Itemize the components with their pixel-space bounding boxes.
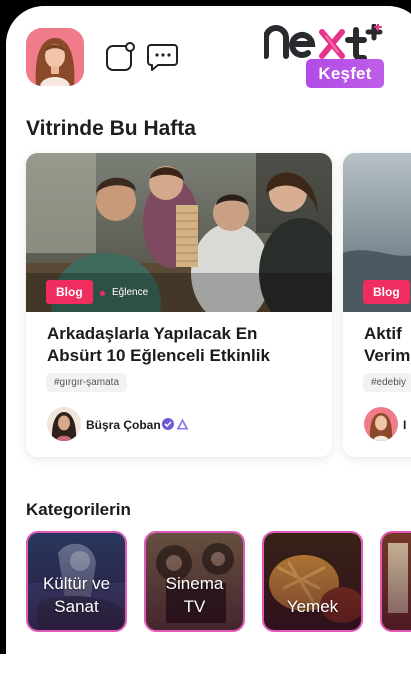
category-tile-yemek[interactable]: Yemek [262, 531, 363, 632]
category-dot [100, 291, 105, 296]
verified-icon [162, 417, 174, 430]
category-tile-partial[interactable] [380, 531, 411, 632]
chat-bubble-icon[interactable] [147, 42, 178, 72]
category-label-line: TV [183, 597, 206, 616]
featured-card[interactable]: Blog Eğlence Arkadaşlarla Yapılacak En A… [26, 153, 332, 457]
notification-square-icon[interactable] [105, 42, 135, 72]
badge-blog: Blog [46, 280, 93, 304]
kesfet-button[interactable]: Keşfet [306, 59, 384, 88]
category-label: Yemek [264, 595, 361, 618]
card-title[interactable]: Arkadaşlarla Yapılacak En Absürt 10 Eğle… [47, 323, 315, 367]
author-avatar[interactable] [47, 407, 81, 441]
card-title[interactable]: Aktif Verim [364, 323, 411, 367]
badge-blog: Blog [363, 280, 410, 304]
tile-shade [382, 533, 411, 630]
brand-logo [263, 23, 386, 61]
author-name[interactable]: Büşra Çoban [86, 418, 161, 432]
category-tile-sinema-tv[interactable]: Sinema TV [144, 531, 245, 632]
card-tag[interactable]: #gırgır-şamata [46, 373, 128, 392]
category-label-line: Sanat [54, 597, 99, 616]
category-label-line: Sinema [165, 574, 224, 593]
profile-avatar[interactable] [26, 28, 84, 86]
ambassador-icon [176, 417, 189, 430]
card-title-line: Verim [364, 346, 411, 365]
card-tag[interactable]: #edebiy [363, 373, 411, 392]
card-title-line: Aktif [364, 324, 402, 343]
featured-card[interactable]: Blog Aktif Verim #edebiy I [343, 153, 411, 457]
category-tile-kultur-sanat[interactable]: Kültür ve Sanat [26, 531, 127, 632]
category-label-line: Kültür ve [42, 574, 111, 593]
section-title-featured: Vitrinde Bu Hafta [26, 117, 196, 140]
category-label: Kültür ve Sanat [28, 572, 125, 618]
card-category: Eğlence [112, 287, 149, 298]
device-frame: Keşfet Vitrinde Bu Hafta Blog Eğlence Ar… [0, 0, 411, 686]
category-label-line: Yemek [286, 597, 339, 616]
category-label: Sinema TV [146, 572, 243, 618]
app-screen: Keşfet Vitrinde Bu Hafta Blog Eğlence Ar… [6, 6, 411, 686]
author-name[interactable]: I [403, 418, 406, 432]
section-title-categories: Kategorilerin [26, 500, 131, 519]
author-avatar[interactable] [364, 407, 398, 441]
